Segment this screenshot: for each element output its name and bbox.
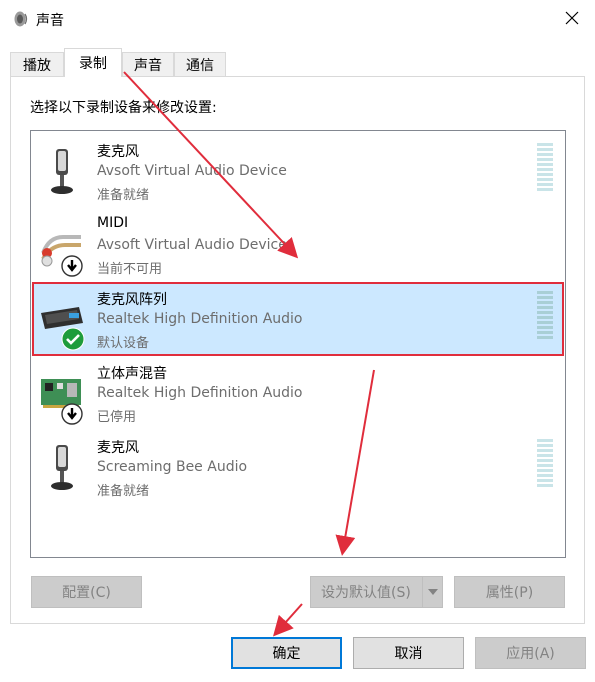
level-meter: [537, 439, 553, 489]
tab-playback[interactable]: 播放: [10, 52, 64, 76]
microphone-icon: [39, 439, 85, 495]
device-status: 准备就绪: [97, 188, 150, 203]
configure-button[interactable]: 配置(C): [31, 576, 142, 608]
window-title: 声音: [36, 13, 64, 29]
cancel-button[interactable]: 取消: [353, 637, 464, 669]
device-list[interactable]: 麦克风 Avsoft Virtual Audio Device 准备就绪 MID…: [30, 130, 566, 558]
close-button[interactable]: [549, 0, 595, 38]
instruction-text: 选择以下录制设备来修改设置:: [30, 100, 217, 116]
close-icon: [565, 10, 579, 29]
tab-sounds[interactable]: 声音: [122, 52, 174, 76]
chevron-down-icon[interactable]: [422, 577, 442, 607]
device-name: 麦克风: [97, 144, 139, 160]
microphone-icon: [39, 143, 85, 199]
device-item[interactable]: 麦克风 Screaming Bee Audio 准备就绪: [33, 431, 563, 503]
level-meter: [537, 291, 553, 341]
apply-button[interactable]: 应用(A): [475, 637, 586, 669]
set-default-label: 设为默认值(S): [321, 585, 411, 601]
ok-button[interactable]: 确定: [231, 637, 342, 669]
device-description: Screaming Bee Audio: [97, 459, 248, 475]
device-name: MIDI: [97, 215, 129, 231]
device-status: 默认设备: [97, 336, 150, 351]
title-bar: 声音: [0, 0, 595, 38]
device-description: Realtek High Definition Audio: [97, 385, 303, 401]
device-name: 麦克风阵列: [97, 292, 167, 308]
down-arrow-badge-icon: [61, 403, 83, 429]
device-description: Realtek High Definition Audio: [97, 311, 303, 327]
tab-recording[interactable]: 录制: [64, 48, 122, 77]
device-description: Avsoft Virtual Audio Device: [97, 237, 287, 253]
device-name: 立体声混音: [97, 366, 167, 382]
device-item-selected[interactable]: 麦克风阵列 Realtek High Definition Audio 默认设备: [32, 282, 564, 356]
device-status: 当前不可用: [97, 262, 163, 277]
down-arrow-badge-icon: [61, 255, 83, 281]
speaker-icon: [12, 10, 30, 28]
set-default-button[interactable]: 设为默认值(S): [310, 576, 443, 608]
device-description: Avsoft Virtual Audio Device: [97, 163, 287, 179]
device-name: 麦克风: [97, 440, 139, 456]
device-item[interactable]: 立体声混音 Realtek High Definition Audio 已停用: [33, 357, 563, 429]
level-meter: [537, 143, 553, 193]
device-status: 已停用: [97, 410, 137, 425]
tab-communications[interactable]: 通信: [174, 52, 226, 76]
checkmark-badge-icon: [61, 327, 85, 355]
device-item[interactable]: 麦克风 Avsoft Virtual Audio Device 准备就绪: [33, 135, 563, 207]
device-item[interactable]: MIDI Avsoft Virtual Audio Device 当前不可用: [33, 209, 563, 281]
device-status: 准备就绪: [97, 484, 150, 499]
properties-button[interactable]: 属性(P): [454, 576, 565, 608]
